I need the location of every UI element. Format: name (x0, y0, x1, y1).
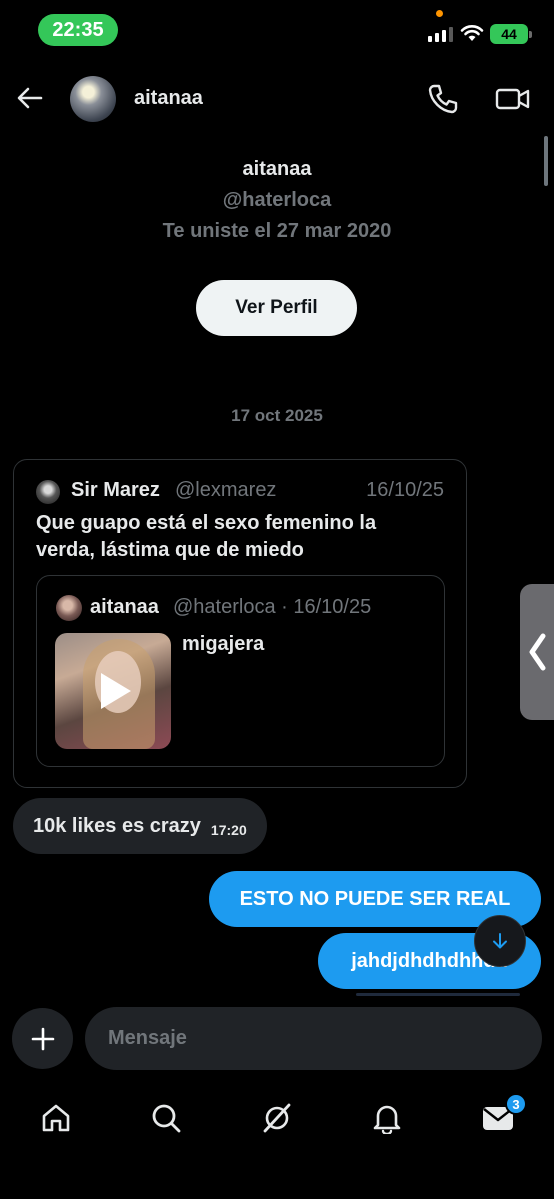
tweet-author-name: Sir Marez (71, 479, 160, 501)
quoted-text: migajera (182, 633, 265, 655)
add-attachment-button[interactable] (12, 1008, 73, 1069)
tab-home[interactable] (36, 1098, 76, 1138)
call-button[interactable] (426, 82, 460, 116)
conversation-title[interactable]: aitanaa (134, 87, 203, 110)
received-message-bubble[interactable]: 10k likes es crazy 17:20 (13, 798, 267, 854)
notifications-icon (373, 1105, 401, 1134)
tab-notifications[interactable] (367, 1098, 407, 1138)
profile-name: aitanaa (242, 158, 312, 180)
cellular-signal-icon (428, 27, 453, 42)
video-call-button[interactable] (494, 82, 532, 116)
quoted-author-avatar (56, 595, 82, 621)
view-profile-button[interactable]: Ver Perfil (196, 280, 357, 336)
quoted-meta: @haterloca · 16/10/25 (173, 596, 372, 618)
message-time: 17:20 (210, 822, 247, 838)
divider (356, 993, 520, 996)
status-time[interactable]: 22:35 (38, 14, 118, 46)
tweet-date: 16/10/25 (366, 479, 444, 501)
arrow-left-icon (17, 87, 43, 109)
video-thumbnail[interactable] (55, 633, 171, 749)
shared-tweet-card[interactable]: Sir Marez @lexmarez 16/10/25 Que guapo e… (13, 459, 467, 788)
tab-search[interactable] (146, 1098, 186, 1138)
back-button[interactable] (14, 82, 46, 114)
scroll-to-bottom-button[interactable] (474, 915, 526, 967)
privacy-indicator-dot (436, 10, 443, 17)
profile-joined-date: Te uniste el 27 mar 2020 (162, 220, 392, 242)
date-separator: 17 oct 2025 (231, 406, 323, 425)
tab-grok[interactable] (257, 1098, 297, 1138)
profile-handle: @haterloca (222, 189, 332, 211)
status-bar: 22:35 44 (0, 0, 554, 62)
search-icon (152, 1104, 181, 1133)
messages-badge: 3 (505, 1093, 527, 1115)
phone-icon (428, 84, 458, 114)
quoted-tweet-card[interactable]: aitanaa @haterloca · 16/10/25 migajera (36, 575, 445, 767)
plus-icon (31, 1027, 54, 1050)
arrow-down-icon (493, 933, 507, 949)
battery-indicator: 44 (490, 24, 532, 44)
conversation-header: aitanaa (0, 70, 554, 130)
video-camera-icon (495, 88, 530, 110)
grok-icon (263, 1103, 291, 1133)
quoted-author-name: aitanaa (90, 596, 159, 618)
wifi-icon (460, 25, 484, 41)
play-icon[interactable] (89, 667, 137, 715)
tweet-text: Que guapo está el sexo femenino la verda… (36, 512, 377, 561)
home-icon (42, 1104, 70, 1132)
bottom-tab-bar (0, 1090, 554, 1150)
avatar[interactable] (70, 76, 116, 122)
chevron-left-icon (529, 633, 546, 671)
message-text: 10k likes es crazy (33, 814, 201, 837)
message-input[interactable] (85, 1007, 542, 1070)
tweet-author-handle: @lexmarez (175, 479, 277, 501)
tweet-author-avatar[interactable] (36, 480, 60, 504)
